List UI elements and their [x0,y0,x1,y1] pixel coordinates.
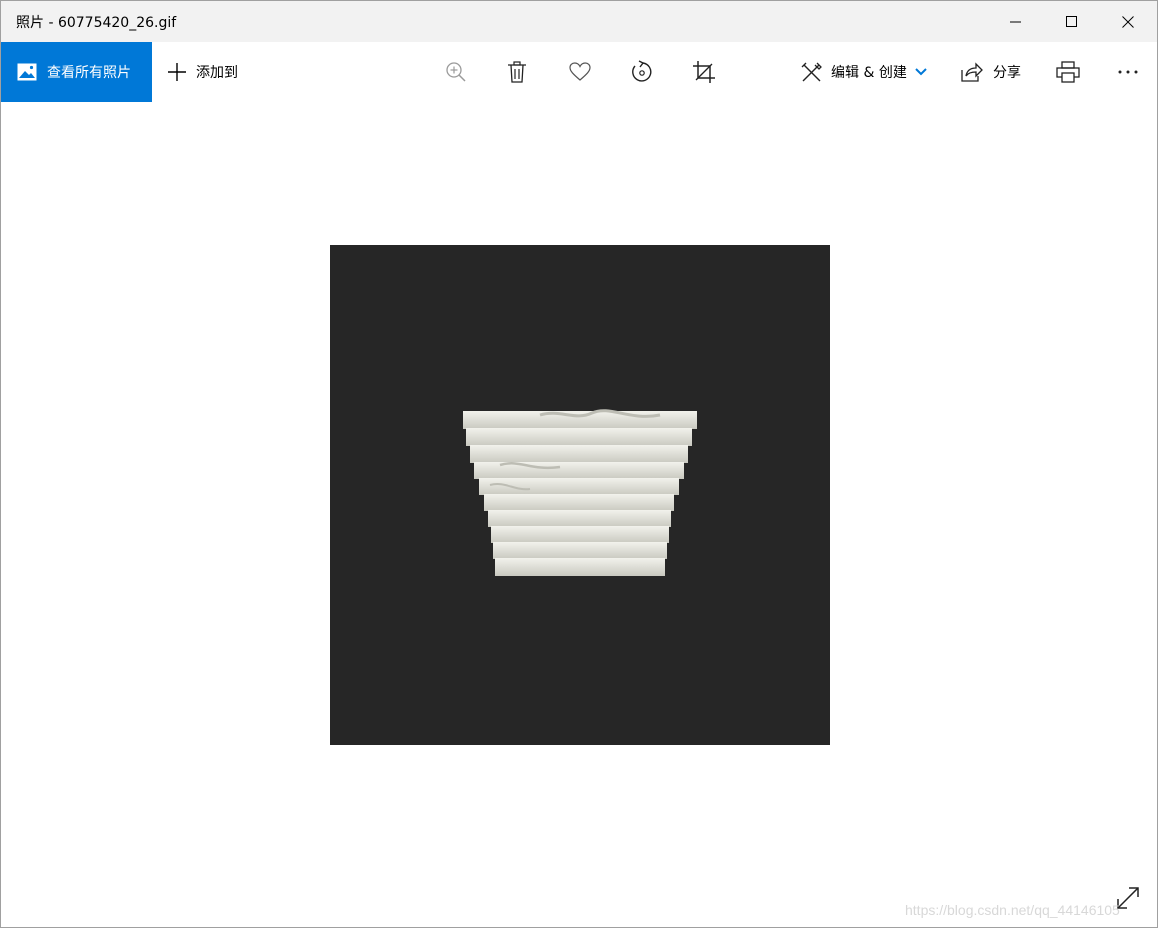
stacked-slices-image [463,409,697,576]
rotate-icon [632,60,652,82]
displayed-photo[interactable] [330,245,830,745]
more-button[interactable] [1114,58,1142,86]
favorite-button[interactable] [566,58,594,86]
watermark-text: https://blog.csdn.net/qq_44146105 [905,902,1120,918]
print-icon [1056,61,1080,83]
toolbar: 查看所有照片 添加到 编辑 & 创建 分享 [1,42,1157,102]
more-icon [1118,70,1138,74]
edit-create-button[interactable]: 编辑 & 创建 [793,42,935,102]
window-title: 照片 - 60775420_26.gif [16,15,177,31]
share-label: 分享 [993,65,1021,81]
photos-app-window: 照片 - 60775420_26.gif 查看所有照片 添加到 编辑 & 创建 … [0,0,1158,928]
image-viewer-area [1,102,1157,927]
add-to-button[interactable]: 添加到 [159,42,246,102]
edit-create-label: 编辑 & 创建 [831,65,907,81]
delete-icon [508,61,526,83]
plus-icon [168,63,186,81]
crop-icon [693,61,715,83]
photo-icon [17,63,37,81]
view-all-photos-label: 查看所有照片 [47,65,131,81]
print-button[interactable] [1054,58,1082,86]
share-icon [961,62,983,82]
close-icon [1122,15,1134,28]
close-button[interactable] [1099,1,1157,42]
maximize-icon [1066,15,1077,27]
view-all-photos-button[interactable]: 查看所有照片 [1,42,152,102]
crop-button[interactable] [690,58,718,86]
slice-stack [463,409,697,576]
zoom-in-button[interactable] [442,58,470,86]
title-bar: 照片 - 60775420_26.gif [1,1,1157,42]
zoom-in-icon [446,62,466,82]
minimize-icon [1010,21,1021,22]
delete-button[interactable] [503,58,531,86]
minimize-button[interactable] [987,1,1045,42]
favorite-icon [569,62,591,81]
maximize-button[interactable] [1043,1,1101,42]
edit-icon [801,62,822,82]
rotate-button[interactable] [628,58,656,86]
chevron-down-icon [915,68,927,76]
add-to-label: 添加到 [196,65,238,81]
share-button[interactable]: 分享 [953,42,1029,102]
